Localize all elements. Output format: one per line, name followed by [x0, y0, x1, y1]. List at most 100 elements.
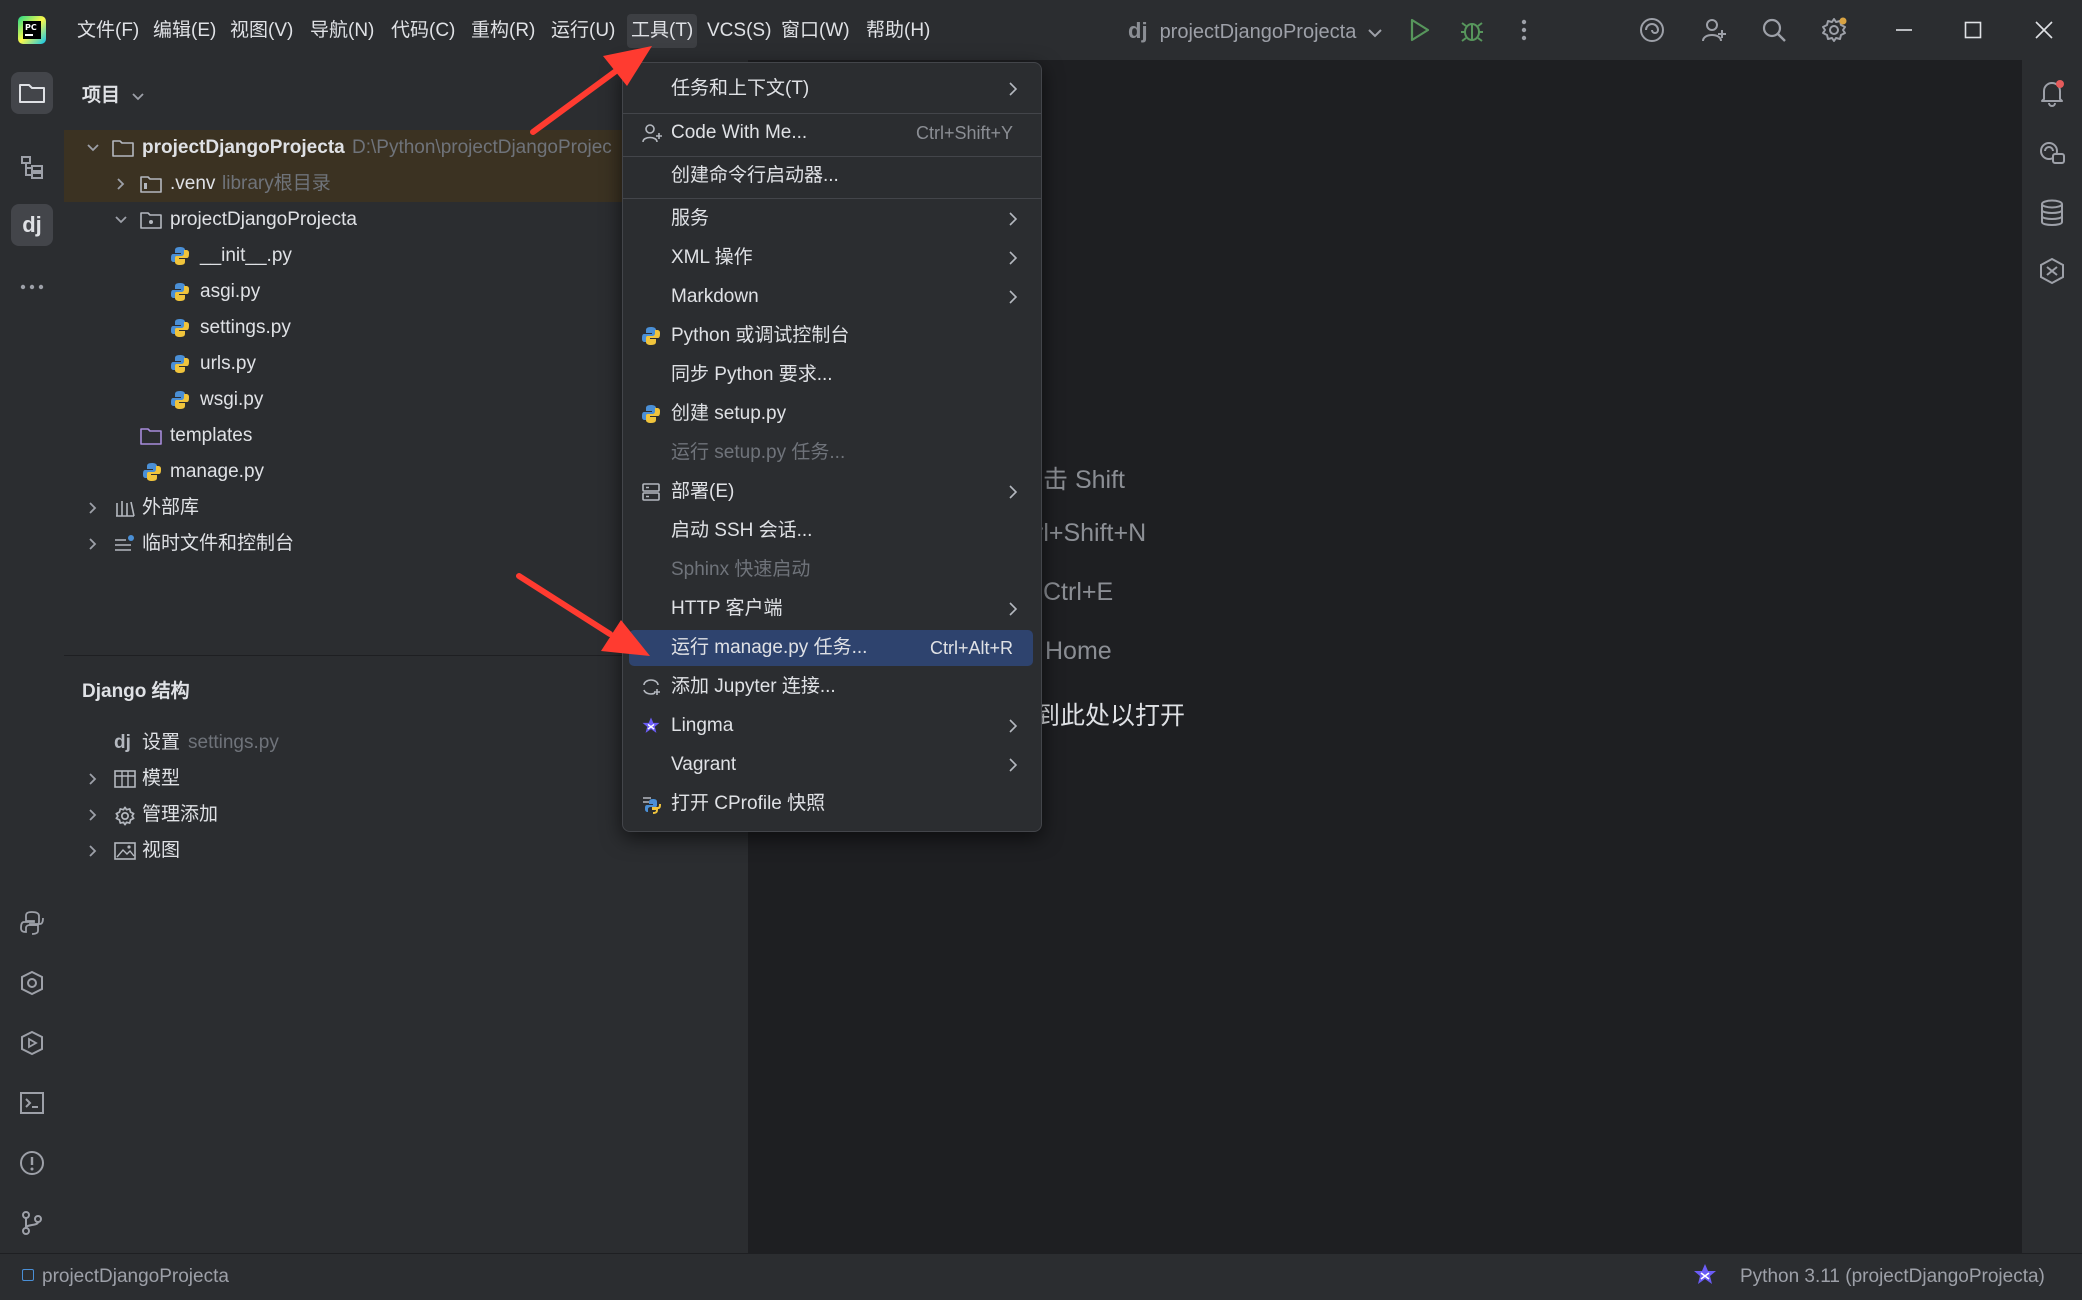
menu-view[interactable]: 视图(V) — [226, 14, 297, 48]
menu-item-lingma[interactable]: Lingma — [629, 708, 1033, 744]
lingma-icon — [2038, 257, 2066, 285]
project-panel-header[interactable]: 项目 — [82, 80, 145, 112]
menu-code[interactable]: 代码(C) — [387, 14, 459, 48]
problems-icon — [19, 1150, 45, 1176]
run-tool-button[interactable] — [11, 1022, 53, 1064]
debug-icon[interactable] — [1454, 12, 1490, 48]
menu-file[interactable]: 文件(F) — [73, 14, 143, 48]
menu-item-ssh-session[interactable]: 启动 SSH 会话... — [629, 513, 1033, 549]
chevron-right-icon[interactable] — [84, 526, 102, 562]
menu-item-sync-requirements[interactable]: 同步 Python 要求... — [629, 357, 1033, 393]
menu-run[interactable]: 运行(U) — [547, 14, 619, 48]
menu-item-tasks-context[interactable]: 任务和上下文(T) — [629, 71, 1033, 107]
more-vertical-icon[interactable] — [1506, 12, 1542, 48]
ai-assistant-icon[interactable] — [1634, 12, 1670, 48]
menu-navigate[interactable]: 导航(N) — [306, 14, 378, 48]
user-share-icon — [641, 123, 663, 143]
menu-item-create-launcher[interactable]: 创建命令行启动器... — [629, 158, 1033, 194]
python-file-icon — [170, 318, 192, 338]
folder-icon — [112, 138, 134, 158]
search-icon[interactable] — [1756, 12, 1792, 48]
menu-help[interactable]: 帮助(H) — [862, 14, 934, 48]
menu-item-run-manage-task[interactable]: 运行 manage.py 任务... Ctrl+Alt+R — [629, 630, 1033, 666]
minimize-icon[interactable] — [1886, 12, 1922, 48]
tree-label: templates — [170, 425, 253, 446]
git-button[interactable] — [11, 1202, 53, 1244]
menu-window[interactable]: 窗口(W) — [777, 14, 854, 48]
chevron-right-icon[interactable] — [84, 490, 102, 526]
library-icon — [114, 498, 136, 518]
menu-edit[interactable]: 编辑(E) — [149, 14, 220, 48]
bell-icon — [2038, 79, 2066, 107]
menu-item-sphinx-quickstart: Sphinx 快速启动 — [629, 552, 1033, 588]
chevron-right-icon[interactable] — [112, 166, 130, 202]
lingma-button[interactable] — [2031, 250, 2073, 292]
notifications-button[interactable] — [2031, 72, 2073, 114]
menu-item-services[interactable]: 服务 — [629, 201, 1033, 237]
menu-item-vagrant[interactable]: Vagrant — [629, 747, 1033, 783]
tree-label: asgi.py — [200, 281, 261, 302]
menu-item-markdown[interactable]: Markdown — [629, 279, 1033, 315]
menu-item-label: 运行 setup.py 任务... — [671, 442, 846, 463]
ai-chat-button[interactable] — [2031, 132, 2073, 174]
jupyter-icon — [641, 677, 663, 697]
more-horizontal-icon — [20, 284, 44, 290]
project-name: projectDjangoProjecta — [1159, 21, 1357, 43]
problems-button[interactable] — [11, 1142, 53, 1184]
menu-vcs[interactable]: VCS(S) — [703, 14, 775, 48]
chevron-right-icon[interactable] — [84, 761, 102, 797]
settings-gear-icon[interactable] — [1816, 12, 1852, 48]
chevron-down-icon — [1368, 15, 1382, 49]
more-tools-button[interactable] — [11, 266, 53, 308]
project-selector[interactable]: dj projectDjangoProjecta — [1128, 14, 1382, 48]
terminal-button[interactable] — [11, 1082, 53, 1124]
status-bar: projectDjangoProjecta Python 3.11 (proje… — [0, 1253, 2082, 1300]
project-tool-button[interactable] — [11, 72, 53, 114]
database-button[interactable] — [2031, 192, 2073, 234]
services-button[interactable] — [11, 962, 53, 1004]
lingma-status-icon[interactable] — [1692, 1262, 1718, 1288]
project-panel-title: 项目 — [82, 85, 121, 106]
chevron-right-icon[interactable] — [84, 797, 102, 833]
run-icon[interactable] — [1402, 12, 1438, 48]
menu-item-label: 运行 manage.py 任务... — [671, 637, 868, 658]
menu-item-http-client[interactable]: HTTP 客户端 — [629, 591, 1033, 627]
menu-item-open-cprofile[interactable]: 打开 CProfile 快照 — [629, 786, 1033, 822]
django-icon: dj — [22, 212, 42, 237]
status-interpreter[interactable]: Python 3.11 (projectDjangoProjecta) — [1740, 1264, 2045, 1290]
menu-item-python-console[interactable]: Python 或调试控制台 — [629, 318, 1033, 354]
tree-label: wsgi.py — [200, 389, 264, 410]
django-tool-button[interactable]: dj — [11, 204, 53, 246]
menu-item-label: Vagrant — [671, 754, 737, 775]
ai-chat-icon — [2038, 139, 2066, 167]
tree-label: 设置 — [142, 732, 181, 753]
menu-item-code-with-me[interactable]: Code With Me... Ctrl+Shift+Y — [629, 115, 1033, 151]
menu-item-create-setup[interactable]: 创建 setup.py — [629, 396, 1033, 432]
editor-hint-go-to-file: rl+Shift+N — [1035, 519, 1147, 547]
status-project-name[interactable]: projectDjangoProjecta — [42, 1264, 229, 1290]
chevron-right-icon[interactable] — [84, 833, 102, 869]
chevron-down-icon[interactable] — [84, 130, 102, 166]
maximize-icon[interactable] — [1955, 12, 1991, 48]
python-packages-button[interactable] — [11, 902, 53, 944]
menu-item-label: 打开 CProfile 快照 — [671, 793, 826, 814]
title-bar: PC 文件(F) 编辑(E) 视图(V) 导航(N) 代码(C) 重构(R) 运… — [0, 0, 2082, 60]
add-user-icon[interactable] — [1696, 12, 1732, 48]
django-row-views[interactable]: 视图 — [64, 833, 748, 869]
menu-item-xml-actions[interactable]: XML 操作 — [629, 240, 1033, 276]
tree-label: 视图 — [142, 840, 181, 861]
close-icon[interactable] — [2026, 12, 2062, 48]
menu-refactor[interactable]: 重构(R) — [467, 14, 539, 48]
menu-item-add-jupyter[interactable]: 添加 Jupyter 连接... — [629, 669, 1033, 705]
structure-tool-button[interactable] — [11, 146, 53, 188]
tree-library-hint: library根目录 — [222, 173, 331, 194]
menu-item-label: 服务 — [671, 208, 710, 229]
menu-item-deployment[interactable]: 部署(E) — [629, 474, 1033, 510]
project-badge: dj — [1128, 18, 1148, 43]
menu-item-label: 创建 setup.py — [671, 403, 787, 424]
menu-tools[interactable]: 工具(T) — [627, 14, 698, 48]
right-tool-strip — [2021, 60, 2082, 1253]
terminal-icon — [19, 1091, 45, 1115]
chevron-down-icon[interactable] — [112, 202, 130, 238]
menu-item-label: Code With Me... — [671, 122, 808, 143]
